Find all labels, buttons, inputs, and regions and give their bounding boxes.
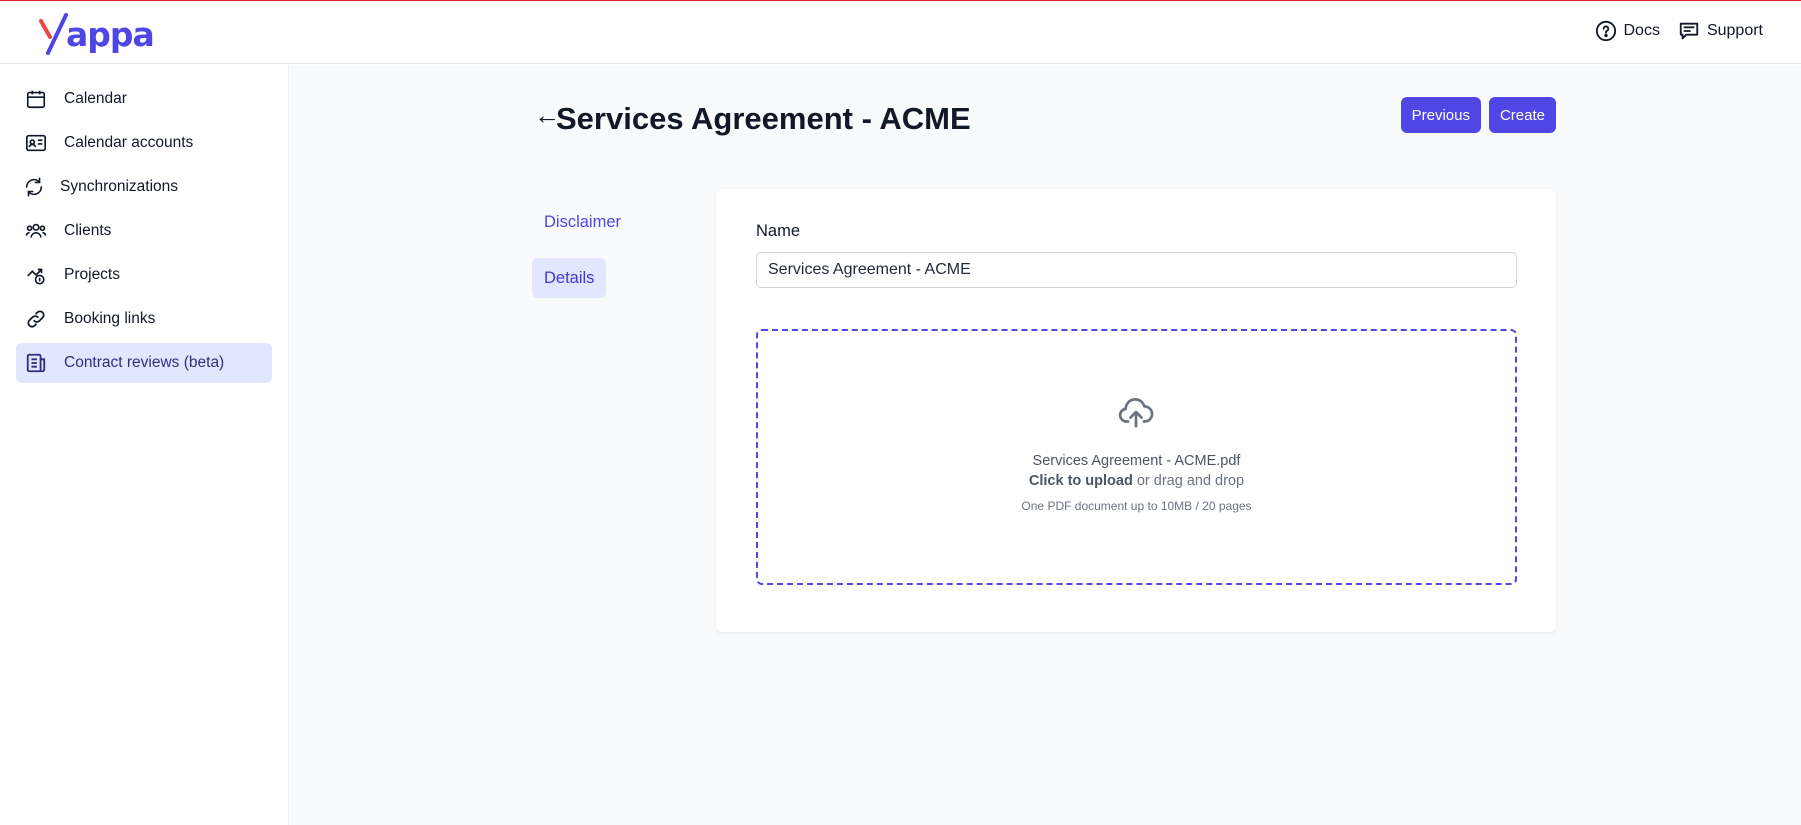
refresh-icon [22,175,46,199]
file-dropzone[interactable]: Services Agreement - ACME.pdf Click to u… [756,329,1517,585]
page-header: ← Services Agreement - ACME Previous Cre… [534,96,1556,146]
page-title: Services Agreement - ACME [556,101,971,136]
top-header: appa Docs Support [0,1,1801,64]
name-input[interactable] [756,252,1517,288]
tab-disclaimer[interactable]: Disclaimer [532,202,633,242]
id-card-icon [24,131,48,155]
sidebar-item-label: Clients [64,222,112,239]
sidebar-item-label: Synchronizations [60,178,179,195]
click-to-upload-link[interactable]: Click to upload [1029,473,1133,489]
uploaded-file-name: Services Agreement - ACME.pdf [1032,453,1241,469]
sidebar-item-label: Contract reviews (beta) [64,354,225,371]
chat-bubble-icon [1679,22,1699,40]
link-icon [24,307,48,331]
sidebar-item-projects[interactable]: Projects [16,255,272,295]
drag-drop-text: or drag and drop [1132,473,1245,489]
sidebar-item-synchronizations[interactable]: Synchronizations [16,167,272,207]
tab-details[interactable]: Details [532,258,607,298]
name-label: Name [756,222,801,240]
cloud-upload-icon [1118,398,1154,428]
step-tabs: Disclaimer Details [532,202,652,314]
previous-button[interactable]: Previous [1400,97,1481,133]
projects-icon [24,263,48,287]
docs-label: Docs [1623,22,1660,39]
sidebar-item-booking-links[interactable]: Booking links [16,299,272,339]
sidebar-item-label: Calendar [64,90,127,107]
sidebar: Calendar Calendar accounts Synchronizati… [0,65,289,825]
logo-text: appa [66,14,155,54]
yappa-logo[interactable]: appa [38,11,155,57]
sidebar-item-contract-reviews[interactable]: Contract reviews (beta) [16,343,272,383]
sidebar-item-label: Booking links [64,310,156,327]
sidebar-item-calendar-accounts[interactable]: Calendar accounts [16,123,272,163]
support-link[interactable]: Support [1678,20,1763,42]
document-icon [24,351,48,375]
sidebar-item-label: Projects [64,266,120,283]
support-label: Support [1706,22,1763,39]
calendar-icon [24,87,48,111]
upload-hint: One PDF document up to 10MB / 20 pages [1021,499,1252,513]
question-circle-icon [1595,20,1616,42]
sidebar-item-calendar[interactable]: Calendar [16,79,272,119]
upload-instructions: Click to upload or drag and drop [758,473,1515,489]
main-content: ← Services Agreement - ACME Previous Cre… [290,65,1801,825]
sidebar-item-clients[interactable]: Clients [16,211,272,251]
sidebar-item-label: Calendar accounts [64,134,194,151]
details-card: Name Services Agreement - ACME.pdf Click… [716,189,1556,632]
docs-link[interactable]: Docs [1595,20,1660,42]
sidebar-nav: Calendar Calendar accounts Synchronizati… [16,79,272,387]
create-button[interactable]: Create [1488,97,1556,133]
users-icon [24,219,48,243]
